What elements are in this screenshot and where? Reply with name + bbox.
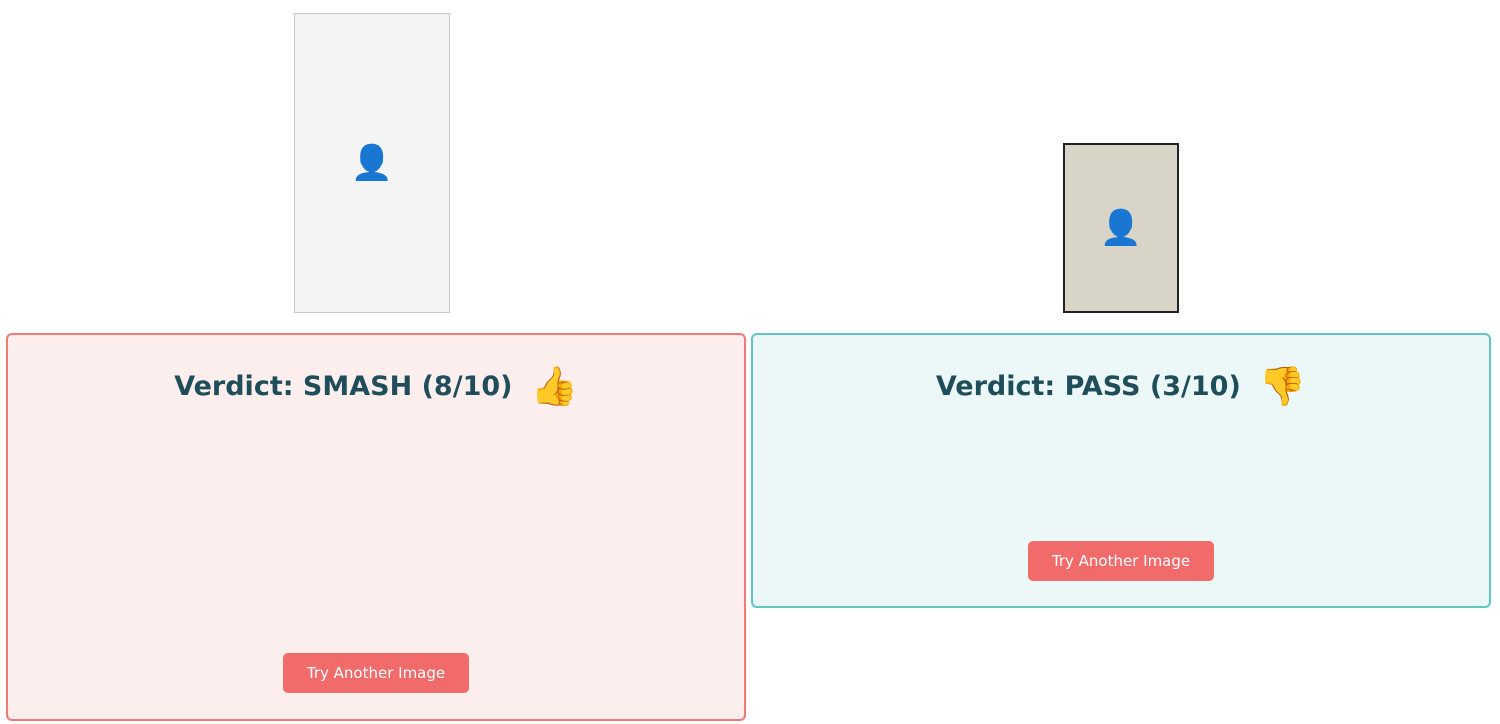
verdict-text — [28, 433, 724, 629]
try-another-image-button[interactable]: Try Another Image — [282, 653, 470, 693]
verdict-card-smash: Verdict: SMASH (8/10) 👍 Try Another Imag… — [6, 333, 746, 721]
try-another-image-button[interactable]: Try Another Image — [1027, 541, 1215, 581]
right-image-slot: 👤 — [751, 0, 1491, 320]
left-image-slot: 👤 — [6, 0, 746, 320]
uploaded-image-left: 👤 — [294, 13, 450, 313]
thumbs-up-icon: 👍 — [530, 363, 578, 408]
uploaded-image-right: 👤 — [1063, 143, 1179, 313]
verdict-label: Verdict: SMASH (8/10) — [174, 370, 513, 402]
thumbs-down-icon: 👎 — [1258, 363, 1307, 408]
verdict-card-pass: Verdict: PASS (3/10) 👎 Try Another Image — [751, 333, 1491, 608]
verdict-heading: Verdict: PASS (3/10) 👎 — [773, 361, 1469, 411]
verdict-label: Verdict: PASS (3/10) — [935, 370, 1241, 402]
right-result-column: 👤 Verdict: PASS (3/10) 👎 Try Another Ima… — [751, 0, 1491, 608]
left-result-column: 👤 Verdict: SMASH (8/10) 👍 Try Another Im… — [6, 0, 746, 721]
person-photo-icon: 👤 — [1099, 208, 1143, 248]
person-photo-icon: 👤 — [350, 143, 394, 183]
verdict-text — [773, 433, 1469, 517]
verdict-heading: Verdict: SMASH (8/10) 👍 — [28, 361, 724, 411]
